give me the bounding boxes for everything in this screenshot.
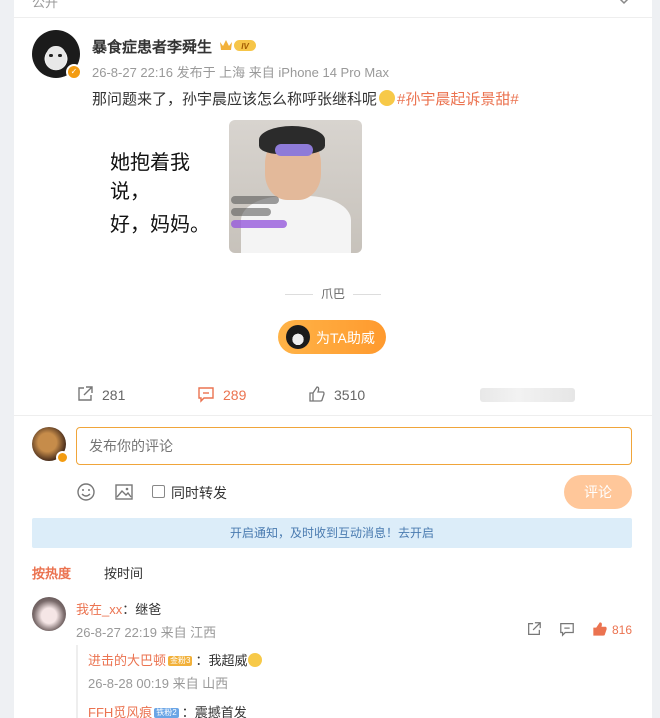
thinking-emoji-icon: [379, 90, 396, 106]
comment-text: 我在_xx：继爸: [76, 599, 161, 618]
comment-button[interactable]: 289: [197, 385, 246, 403]
cheer-label: 为TA助威: [316, 330, 375, 346]
reply-text: ：震撼首发: [181, 705, 247, 718]
chevron-down-icon[interactable]: [618, 0, 630, 8]
cheer-avatar: [286, 325, 310, 349]
action-bar: 281 289 3510: [14, 385, 652, 409]
author-avatar[interactable]: ✓: [32, 30, 82, 80]
current-user-avatar[interactable]: [32, 427, 69, 464]
share-button[interactable]: 281: [76, 385, 125, 403]
post-image-text[interactable]: 她抱着我说， 好，妈妈。: [92, 120, 222, 252]
blurred-text: [480, 388, 575, 402]
notification-banner[interactable]: 开启通知，及时收到互动消息！去开启: [32, 518, 632, 548]
author-name[interactable]: 暴食症患者李舜生: [92, 36, 212, 57]
reply-user[interactable]: FFH觅风痕: [88, 705, 152, 718]
comment-user[interactable]: 我在_xx: [76, 602, 122, 617]
reply-item: FFH觅风痕 铁粉2 ：震撼首发: [88, 702, 247, 718]
post-image-photo[interactable]: [229, 120, 362, 253]
comment-avatar[interactable]: [32, 597, 66, 631]
comment-count: 289: [223, 387, 247, 403]
like-count: 3510: [334, 387, 366, 403]
image-text-line2: 好，妈妈。: [110, 214, 210, 236]
share-count: 281: [102, 387, 126, 403]
tab-sort-time[interactable]: 按时间: [104, 563, 143, 582]
tab-sort-hot[interactable]: 按热度: [32, 563, 71, 582]
top-bar: 公开: [14, 0, 652, 18]
weibo-post-card: 公开 ✓ 暴食症患者李舜生 IV 26-8-27 22:16 发布于 上海 来自…: [14, 0, 652, 718]
image-upload-icon[interactable]: [114, 482, 134, 505]
like-button[interactable]: 3510: [308, 385, 365, 403]
reply-item: 进击的大巴顿 金粉3 ：我超威: [88, 650, 263, 669]
reply-user[interactable]: 进击的大巴顿: [88, 653, 166, 668]
divider: [14, 415, 652, 416]
post-meta: 26-8-27 22:16 发布于 上海 来自 iPhone 14 Pro Ma…: [92, 65, 389, 80]
reply-meta: 26-8-28 00:19 来自 山西: [88, 676, 229, 691]
laugh-emoji-icon: [248, 653, 263, 667]
comment-share-icon[interactable]: [526, 621, 542, 640]
comment-icon: [198, 387, 214, 403]
image-text-line1: 她抱着我说，: [110, 152, 190, 203]
comment-input[interactable]: [76, 427, 632, 465]
reply-list: 进击的大巴顿 金粉3 ：我超威 26-8-28 00:19 来自 山西 FFH觅风痕…: [76, 645, 636, 718]
cheer-button[interactable]: 为TA助威: [278, 320, 386, 354]
comment-actions: 816: [526, 621, 636, 639]
post-body: 那问题来了，孙宇晨应该怎么称呼张继科呢: [92, 91, 378, 108]
submit-comment-button[interactable]: 评论: [564, 475, 632, 509]
repost-checkbox[interactable]: [152, 485, 165, 498]
avatar-face: [46, 46, 66, 70]
comment-like-button[interactable]: 816: [592, 621, 632, 637]
comment-body: ：继爸: [122, 602, 162, 617]
signature: 爪巴: [14, 285, 652, 302]
repost-label: 同时转发: [171, 485, 227, 501]
level-badge-text: IV: [241, 42, 249, 51]
fan-badge: 铁粉2: [154, 708, 179, 718]
hashtag-link[interactable]: #孙宇晨起诉景甜#: [397, 91, 519, 108]
comment-like-icon: [593, 622, 607, 636]
like-icon: [309, 386, 325, 402]
share-icon: [78, 386, 93, 401]
post-text: 那问题来了，孙宇晨应该怎么称呼张继科呢 #孙宇晨起诉景甜#: [92, 88, 519, 109]
comment-like-count: 816: [612, 623, 633, 637]
visibility-label[interactable]: 公开: [32, 0, 58, 11]
signature-text: 爪巴: [320, 287, 345, 301]
emoji-icon[interactable]: [76, 482, 96, 505]
comment-meta: 26-8-27 22:19 来自 江西: [76, 625, 217, 640]
crown-level-icon[interactable]: IV: [219, 38, 257, 52]
live-chat-overlay: [231, 196, 293, 242]
fan-badge: 金粉3: [168, 656, 193, 666]
reply-text: ：我超威: [195, 653, 248, 668]
verified-badge-icon: ✓: [66, 64, 82, 80]
comment-reply-icon[interactable]: [559, 621, 575, 640]
